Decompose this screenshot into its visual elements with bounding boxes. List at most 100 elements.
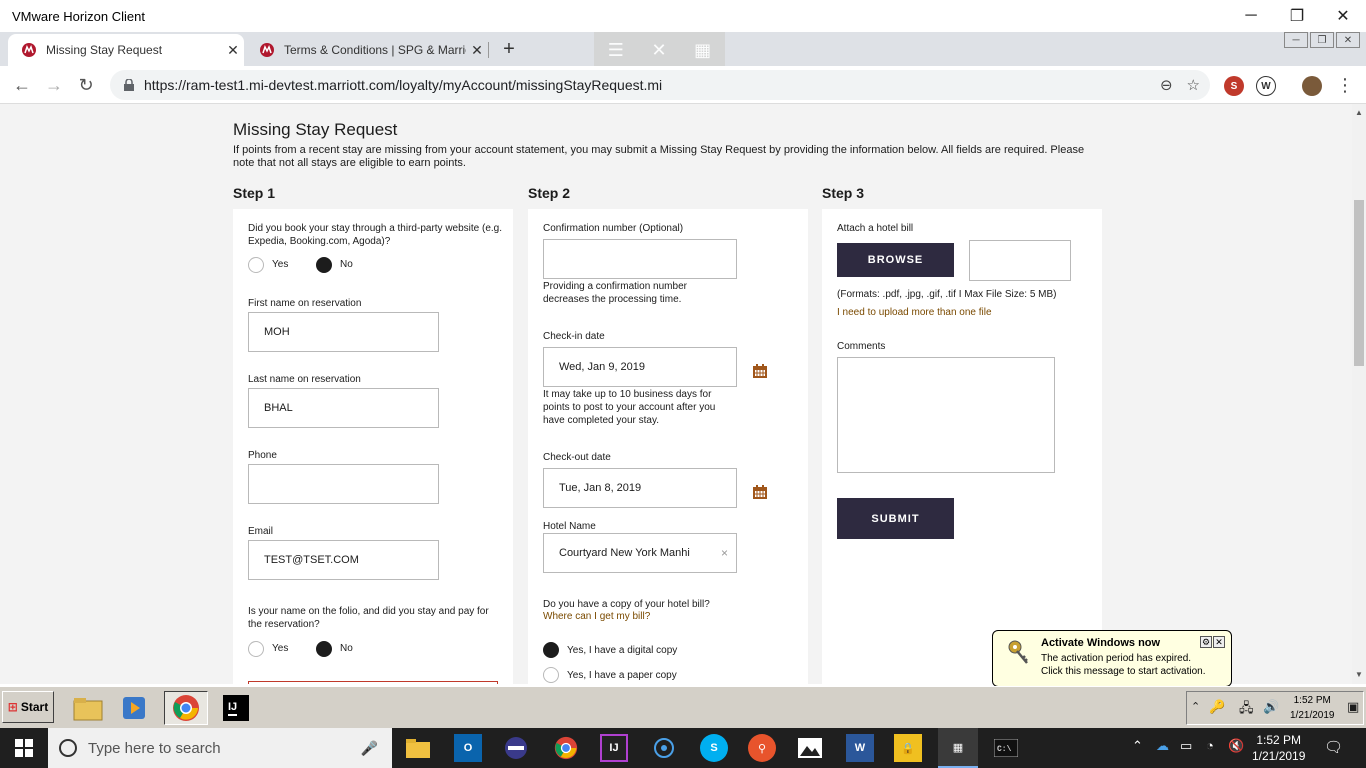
hotel-name-value: Courtyard New York Manhi (559, 547, 690, 559)
win10-clock[interactable]: 1:52 PM 1/21/2019 (1252, 732, 1305, 764)
windows-start-icon[interactable] (0, 728, 48, 768)
first-name-field[interactable]: MOH (248, 312, 439, 352)
tray-network-icon[interactable]: 🖧 (1239, 699, 1254, 721)
folio-no-radio[interactable] (316, 641, 332, 657)
third-party-no-radio[interactable] (316, 257, 332, 273)
activate-windows-balloon[interactable]: Activate Windows now The activation peri… (992, 630, 1232, 687)
step1-heading: Step 1 (233, 185, 276, 201)
confirmation-field[interactable] (543, 239, 737, 279)
last-name-field[interactable]: BHAL (248, 388, 439, 428)
clear-icon[interactable]: × (721, 546, 728, 560)
profile-avatar[interactable] (1302, 76, 1322, 96)
tray-expand-icon[interactable]: ⌃ (1132, 738, 1143, 754)
paper-copy-radio[interactable] (543, 667, 559, 683)
ctrl-alt-del-icon[interactable]: ▦ (694, 40, 711, 61)
tray-expand-icon[interactable]: ⌃ (1191, 700, 1200, 713)
cortana-icon[interactable] (650, 734, 678, 762)
confirmation-help: Providing a confirmation number decrease… (543, 281, 687, 305)
browse-button[interactable]: BROWSE (837, 243, 954, 277)
wifi-icon[interactable]: ◔ (1206, 738, 1214, 753)
tray-monitor-icon[interactable]: ▣ (1347, 699, 1359, 715)
balloon-options-icon[interactable]: ⚙ (1200, 636, 1212, 648)
remote-system-tray: ⌃ 🔑 🖧 🔊 ▣ (1186, 691, 1364, 725)
command-prompt-icon[interactable]: C:\ (992, 734, 1020, 762)
taskbar-search-box[interactable]: Type here to search 🎤 (48, 728, 392, 768)
tab-close-icon[interactable]: ✕ (466, 42, 488, 59)
remote-restore-icon[interactable]: ❐ (1310, 32, 1334, 48)
back-arrow-icon[interactable]: ← (10, 74, 34, 96)
chrome-taskbar-icon[interactable] (164, 691, 208, 725)
scroll-down-icon[interactable]: ▼ (1355, 670, 1363, 679)
comments-label: Comments (837, 341, 886, 352)
chrome-menu-icon[interactable]: ⋮ (1336, 72, 1354, 98)
skype-icon[interactable]: S (700, 734, 728, 762)
chrome-icon[interactable] (552, 734, 580, 762)
action-center-icon[interactable]: 🗨 (1324, 738, 1343, 756)
folio-question: Is your name on the folio, and did you s… (248, 606, 489, 630)
file-name-field[interactable] (969, 240, 1071, 281)
word-icon[interactable]: W (846, 734, 874, 762)
where-bill-link[interactable]: Where can I get my bill? (543, 611, 650, 622)
tab-terms[interactable]: Terms & Conditions | SPG & Marriott ✕ (246, 34, 488, 66)
bill-question: Do you have a copy of your hotel bill? (543, 599, 710, 610)
photos-icon[interactable] (796, 734, 824, 762)
minimize-button[interactable]: ─ (1228, 0, 1274, 32)
security-lock-icon[interactable]: 🔒 (894, 734, 922, 762)
win10-time: 1:52 PM (1256, 733, 1302, 747)
intro-text: If points from a recent stay are missing… (233, 144, 1085, 169)
app-circle-icon[interactable] (502, 734, 530, 762)
restore-button[interactable]: ❐ (1274, 0, 1320, 32)
forward-arrow-icon[interactable]: → (42, 74, 66, 96)
scroll-thumb[interactable] (1354, 200, 1364, 366)
folio-yes-radio[interactable] (248, 641, 264, 657)
submit-button[interactable]: SUBMIT (837, 498, 954, 539)
hotel-name-field[interactable]: Courtyard New York Manhi × (543, 533, 737, 573)
remote-minimize-icon[interactable]: ─ (1284, 32, 1308, 48)
extension-w-icon[interactable]: W (1256, 76, 1276, 96)
media-player-icon[interactable] (116, 691, 152, 725)
email-label: Email (248, 526, 274, 537)
phone-field[interactable] (248, 464, 439, 504)
third-party-yes-radio[interactable] (248, 257, 264, 273)
outlook-icon[interactable]: O (454, 734, 482, 762)
checkin-label: Check-in date (543, 331, 605, 342)
window-title: VMware Horizon Client (12, 8, 145, 24)
battery-icon[interactable]: ▭ (1180, 738, 1192, 754)
volume-muted-icon[interactable]: 🔇 (1228, 738, 1244, 754)
intellij-icon[interactable]: IJ (218, 691, 254, 725)
disconnect-icon[interactable]: ✕ (652, 40, 667, 61)
tray-volume-icon[interactable]: 🔊 (1263, 699, 1279, 715)
onedrive-icon[interactable]: ☁ (1156, 738, 1169, 754)
remote-close-icon[interactable]: ✕ (1336, 32, 1360, 48)
reload-icon[interactable]: ↻ (74, 74, 98, 96)
new-tab-button[interactable]: + (498, 38, 520, 60)
marriott-favicon-icon (22, 43, 36, 57)
comments-textarea[interactable] (837, 357, 1055, 473)
balloon-close-icon[interactable]: ✕ (1213, 636, 1225, 648)
explorer-icon[interactable] (70, 691, 106, 725)
tab-close-icon[interactable]: ✕ (222, 42, 244, 59)
close-window-button[interactable]: ✕ (1320, 0, 1366, 32)
checkout-calendar-icon[interactable] (753, 485, 767, 499)
hamburger-menu-icon[interactable]: ☰ (608, 40, 624, 61)
zoom-icon[interactable]: ⊖ (1160, 76, 1173, 94)
intellij-win10-icon[interactable]: IJ (600, 734, 628, 762)
page-scrollbar[interactable]: ▲ ▼ (1352, 104, 1366, 684)
checkin-field[interactable]: Wed, Jan 9, 2019 (543, 347, 737, 387)
remote-start-button[interactable]: ⊞ Start (2, 691, 54, 723)
file-explorer-icon[interactable] (404, 734, 432, 762)
digital-copy-radio[interactable] (543, 642, 559, 658)
postman-icon[interactable]: ⚲ (748, 734, 776, 762)
scroll-up-icon[interactable]: ▲ (1355, 108, 1363, 117)
horizon-taskbar-icon[interactable]: ▦ (938, 728, 978, 768)
microphone-icon[interactable]: 🎤 (361, 740, 378, 757)
omnibox[interactable]: https://ram-test1.mi-devtest.marriott.co… (110, 70, 1210, 100)
tab-missing-stay[interactable]: Missing Stay Request ✕ (8, 34, 244, 66)
checkin-calendar-icon[interactable] (753, 364, 767, 378)
checkout-field[interactable]: Tue, Jan 8, 2019 (543, 468, 737, 508)
tray-key-icon[interactable]: 🔑 (1209, 699, 1225, 715)
upload-more-link[interactable]: I need to upload more than one file (837, 307, 992, 318)
extension-red-icon[interactable]: S (1224, 76, 1244, 96)
bookmark-star-icon[interactable]: ☆ (1187, 76, 1200, 94)
email-field[interactable]: TEST@TSET.COM (248, 540, 439, 580)
